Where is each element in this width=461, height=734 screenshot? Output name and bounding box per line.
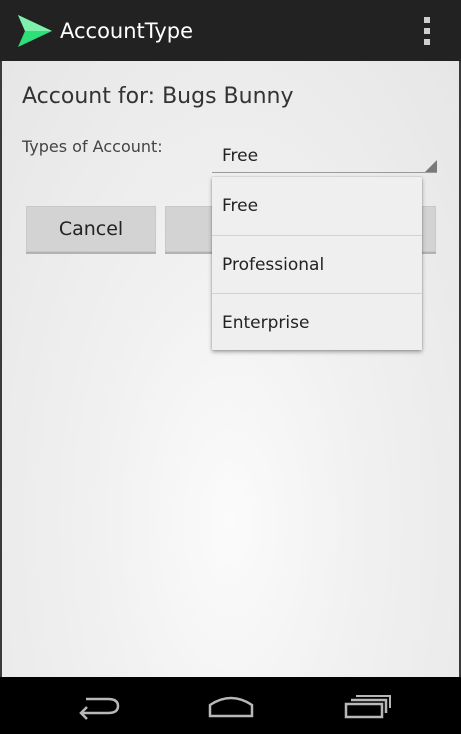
main-content: Account for: Bugs Bunny Types of Account…	[2, 61, 459, 677]
overflow-menu-icon[interactable]	[416, 14, 438, 48]
spinner-arrow-icon	[425, 160, 437, 172]
recent-apps-icon[interactable]	[336, 689, 396, 723]
home-icon[interactable]	[201, 689, 261, 723]
types-of-account-label: Types of Account:	[22, 137, 163, 156]
app-title: AccountType	[60, 19, 194, 43]
action-bar: AccountType	[0, 0, 461, 61]
navigation-bar	[0, 677, 461, 734]
spinner-underline	[212, 172, 437, 173]
send-arrow-icon[interactable]	[16, 12, 54, 50]
dropdown-option-free[interactable]: Free	[212, 177, 422, 235]
account-type-dropdown: Free Professional Enterprise	[212, 177, 422, 350]
back-icon[interactable]	[68, 689, 128, 723]
dropdown-option-professional[interactable]: Professional	[212, 236, 422, 294]
dropdown-option-enterprise[interactable]: Enterprise	[212, 294, 422, 352]
device-screen: AccountType Account for: Bugs Bunny Type…	[0, 0, 461, 734]
account-type-spinner[interactable]: Free	[212, 141, 437, 173]
cancel-button[interactable]: Cancel	[26, 206, 156, 254]
spinner-selected-value: Free	[222, 146, 259, 166]
account-heading: Account for: Bugs Bunny	[22, 84, 294, 109]
